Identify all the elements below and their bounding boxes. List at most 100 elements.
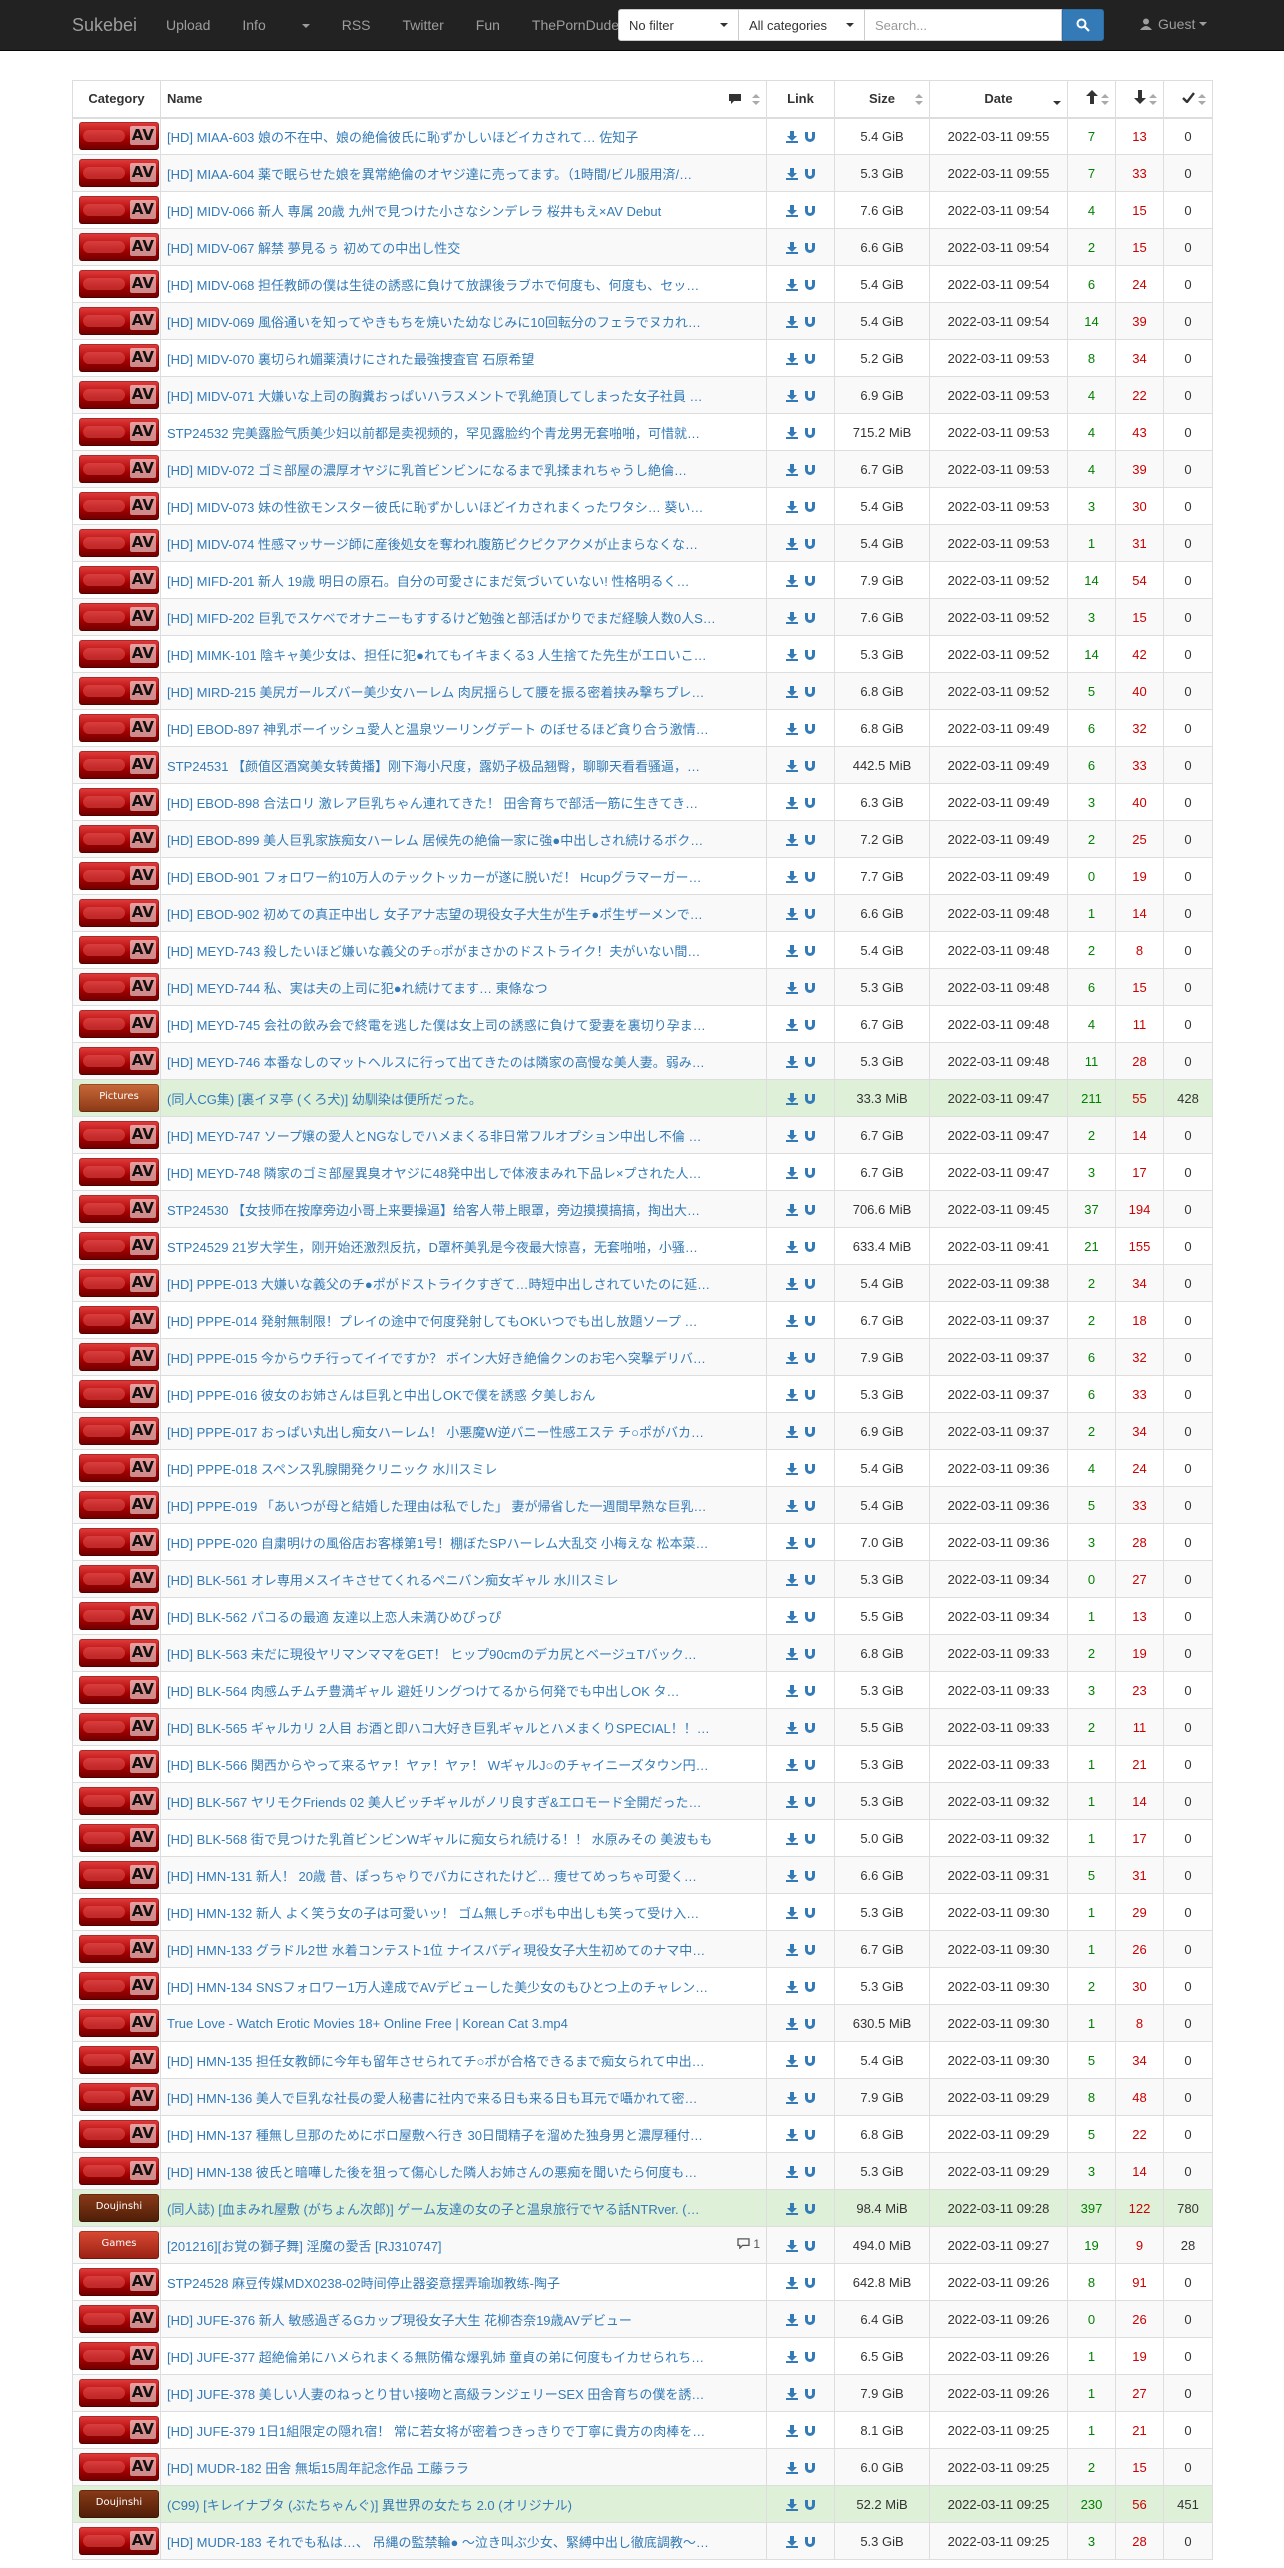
nav-twitter[interactable]: Twitter [403,17,444,33]
download-icon[interactable] [785,538,798,551]
torrent-name-link[interactable]: [HD] JUFE-378 美しい人妻のねっとり甘い接吻と高級ランジェリーSEX… [167,2387,704,2402]
nav-upload[interactable]: Upload [166,17,210,33]
download-icon[interactable] [785,2536,798,2549]
category-badge-av[interactable]: AV [79,455,159,483]
category-badge-av[interactable]: AV [79,1047,159,1075]
torrent-name-link[interactable]: STP24528 麻豆传媒MDX0238-02時间停止器姿意摆弄瑜珈教练-陶子 [167,2276,560,2291]
magnet-icon[interactable] [804,242,816,254]
magnet-icon[interactable] [804,390,816,402]
category-badge-av[interactable]: AV [79,1787,159,1815]
download-icon[interactable] [785,464,798,477]
torrent-name-link[interactable]: [HD] HMN-131 新人！ 20歳 昔、ぽっちゃりでバカにされたけど… 痩… [167,1869,697,1884]
download-icon[interactable] [785,1389,798,1402]
download-icon[interactable] [785,1130,798,1143]
torrent-name-link[interactable]: STP24532 完美露脸气质美少妇以前都是卖视频的，罕见露脸约个青龙男无套啪啪… [167,426,700,441]
magnet-icon[interactable] [804,2166,816,2178]
category-badge-av[interactable]: AV [79,418,159,446]
magnet-icon[interactable] [804,427,816,439]
magnet-icon[interactable] [804,2129,816,2141]
category-badge-av[interactable]: AV [79,1158,159,1186]
download-icon[interactable] [785,242,798,255]
category-badge-av[interactable]: AV [79,751,159,779]
torrent-name-link[interactable]: [HD] JUFE-379 1日1組限定の隠れ宿！ 常に若女将が密着つきっきりで… [167,2424,705,2439]
torrent-name-link[interactable]: [HD] MIDV-071 大嫌いな上司の胸糞おっぱいハラスメントで乳絶頂してし… [167,389,702,404]
torrent-name-link[interactable]: [HD] BLK-562 パコるの最適 友達以上恋人未満ひめぴっぴ [167,1610,501,1625]
torrent-name-link[interactable]: STP24531 【颜值区酒窝美女转黄播】刚下海小尺度，露奶子极品翘臀，聊聊天看… [167,759,700,774]
magnet-icon[interactable] [804,1463,816,1475]
magnet-icon[interactable] [804,1685,816,1697]
torrent-name-link[interactable]: [HD] MIDV-070 裏切られ媚薬漬けにされた最強捜査官 石原希望 [167,352,534,367]
magnet-icon[interactable] [804,131,816,143]
category-badge-av[interactable]: AV [79,2009,159,2037]
category-badge-av[interactable]: AV [79,307,159,335]
category-badge-av[interactable]: AV [79,529,159,557]
magnet-icon[interactable] [804,1426,816,1438]
download-icon[interactable] [785,1278,798,1291]
torrent-name-link[interactable]: STP24529 21岁大学生，刚开始还激烈反抗，D罩杯美乳是今夜最大惊喜，无套… [167,1240,698,1255]
category-badge-av[interactable]: AV [79,2342,159,2370]
download-icon[interactable] [785,427,798,440]
magnet-icon[interactable] [804,2351,816,2363]
torrent-name-link[interactable]: [HD] BLK-567 ヤリモクFriends 02 美人ビッチギャルがノリ良… [167,1795,702,1810]
brand-logo[interactable]: Sukebei [72,15,137,36]
magnet-icon[interactable] [804,1796,816,1808]
category-badge-av[interactable]: AV [79,159,159,187]
magnet-icon[interactable] [804,908,816,920]
magnet-icon[interactable] [804,1389,816,1401]
magnet-icon[interactable] [804,1352,816,1364]
category-badge-av[interactable]: AV [79,2416,159,2444]
download-icon[interactable] [785,2203,798,2216]
user-menu[interactable]: Guest [1140,16,1208,32]
nav-fun[interactable]: Fun [476,17,500,33]
category-badge-av[interactable]: AV [79,566,159,594]
magnet-icon[interactable] [804,1907,816,1919]
magnet-icon[interactable] [804,1759,816,1771]
category-select[interactable]: All categories [739,9,865,41]
magnet-icon[interactable] [804,2536,816,2548]
magnet-icon[interactable] [804,2240,816,2252]
torrent-name-link[interactable]: [HD] BLK-563 未だに現役ヤリマンママをGET！ ヒップ90cmのデカ… [167,1647,697,1662]
magnet-icon[interactable] [804,2092,816,2104]
magnet-icon[interactable] [804,1056,816,1068]
download-icon[interactable] [785,353,798,366]
category-badge-av[interactable]: AV [79,1713,159,1741]
download-icon[interactable] [785,2240,798,2253]
category-badge-av[interactable]: AV [79,1676,159,1704]
magnet-icon[interactable] [804,2462,816,2474]
category-badge-av[interactable]: AV [79,233,159,261]
category-badge-av[interactable]: AV [79,1935,159,1963]
magnet-icon[interactable] [804,1944,816,1956]
download-icon[interactable] [785,2277,798,2290]
download-icon[interactable] [785,723,798,736]
category-badge-av[interactable]: AV [79,2453,159,2481]
comment-count[interactable]: 1 [737,2237,760,2251]
magnet-icon[interactable] [804,649,816,661]
category-badge-av[interactable]: AV [79,1972,159,2000]
category-badge-av[interactable]: AV [79,677,159,705]
download-icon[interactable] [785,1204,798,1217]
magnet-icon[interactable] [804,1870,816,1882]
magnet-icon[interactable] [804,205,816,217]
torrent-name-link[interactable]: [HD] HMN-132 新人 よく笑う女の子は可愛いッ！ ゴム無しチ○ポも中出… [167,1906,699,1921]
magnet-icon[interactable] [804,871,816,883]
download-icon[interactable] [785,1352,798,1365]
torrent-name-link[interactable]: [HD] BLK-568 街で見つけた乳首ビンビンWギャルに痴女られ続ける！！ … [167,1832,712,1847]
magnet-icon[interactable] [804,2055,816,2067]
category-badge-av[interactable]: AV [79,1380,159,1408]
magnet-icon[interactable] [804,1019,816,1031]
download-icon[interactable] [785,1722,798,1735]
category-badge-av[interactable]: AV [79,1491,159,1519]
magnet-icon[interactable] [804,723,816,735]
header-name[interactable]: Name [160,80,767,119]
download-icon[interactable] [785,1833,798,1846]
nav-rss[interactable]: RSS [342,17,371,33]
torrent-name-link[interactable]: [HD] HMN-133 グラドル2世 水着コンテスト1位 ナイスバディ現役女子… [167,1943,705,1958]
category-badge-av[interactable]: AV [79,2120,159,2148]
magnet-icon[interactable] [804,612,816,624]
download-icon[interactable] [785,2462,798,2475]
category-badge-av[interactable]: AV [79,1824,159,1852]
download-icon[interactable] [785,501,798,514]
torrent-name-link[interactable]: [HD] HMN-136 美人で巨乳な社長の愛人秘書に社内で来る日も来る日も耳元… [167,2091,697,2106]
category-badge-av[interactable]: AV [79,344,159,372]
torrent-name-link[interactable]: True Love - Watch Erotic Movies 18+ Onli… [167,2016,568,2031]
